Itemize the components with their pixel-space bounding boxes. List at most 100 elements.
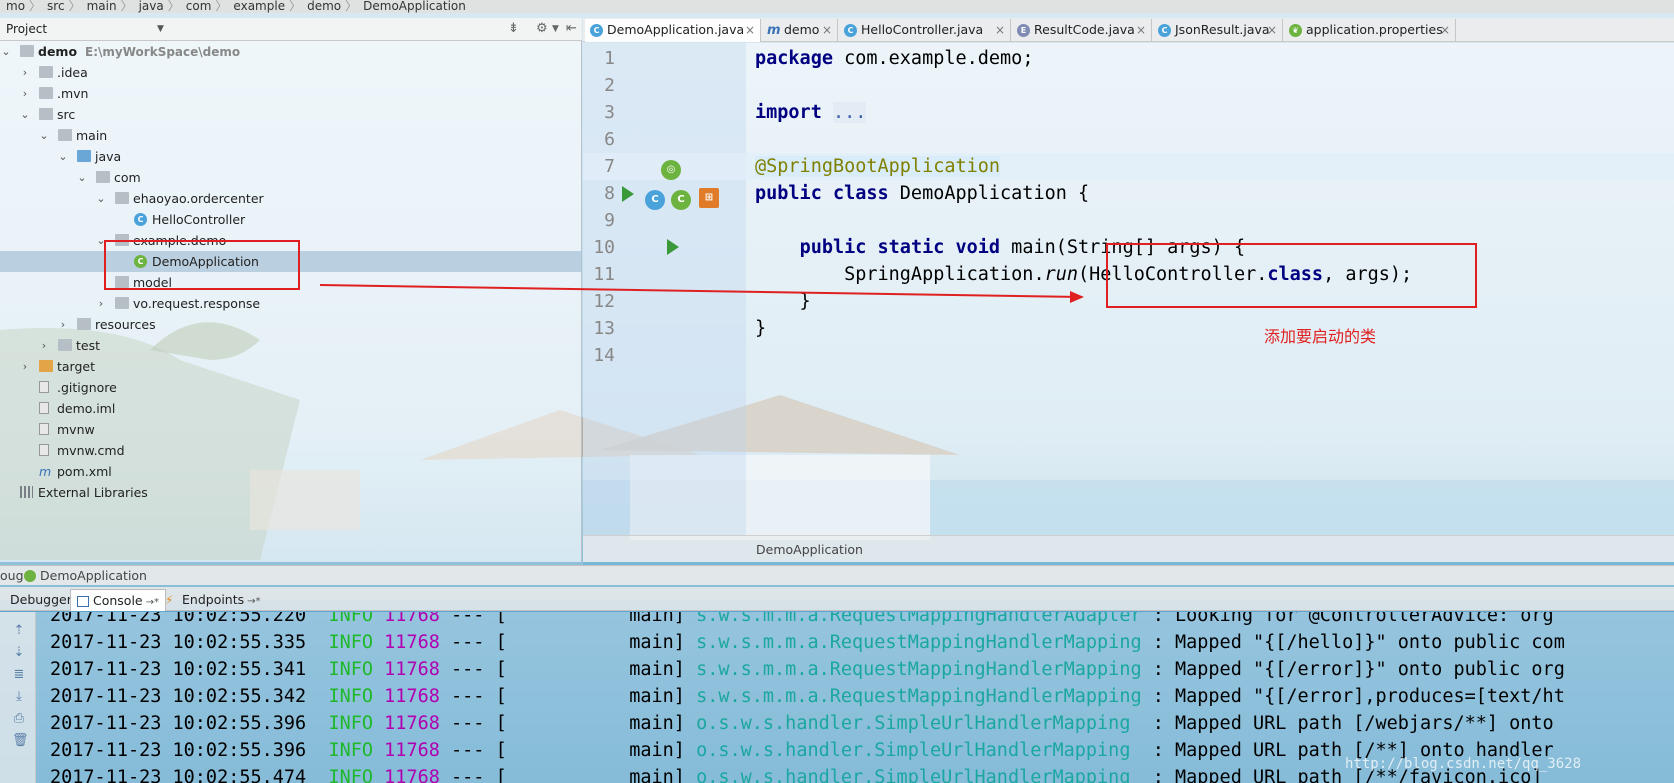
line-number[interactable]: 2 [583,72,615,99]
line-number[interactable]: 10 [583,234,615,261]
pin-icon[interactable]: →* [146,597,159,608]
code-token: } [755,318,767,339]
breadcrumb-item[interactable]: src [41,0,69,13]
down-arrow-icon[interactable]: ⇣ [12,646,26,660]
tree-item[interactable]: ⌄ ehaoyao.ordercenter [0,188,582,209]
tree-item[interactable]: mvnw.cmd [0,440,582,461]
tree-item[interactable]: ⌄ java [0,146,582,167]
log-thread: main] [629,632,685,653]
chevron-right-icon[interactable]: › [38,335,50,356]
chevron-right-icon[interactable]: › [57,314,69,335]
tree-item[interactable]: demo.iml [0,398,582,419]
collapse-all-icon[interactable]: ⇟ [508,18,519,40]
tree-item[interactable]: C HelloController [0,209,582,230]
line-number[interactable]: 14 [583,342,615,369]
run-main-icon[interactable] [667,239,679,255]
breadcrumb-item[interactable]: java [133,0,168,13]
tree-item[interactable]: m pom.xml [0,461,582,482]
tree-item[interactable]: › .idea [0,62,582,83]
editor-tab[interactable]: C JsonResult.java × [1153,19,1283,42]
chevron-right-icon[interactable]: › [19,62,31,83]
soft-wrap-icon[interactable]: ≣ [12,668,26,682]
chevron-right-icon[interactable]: › [19,356,31,377]
pin-icon[interactable]: →* [247,596,260,607]
chevron-down-icon[interactable]: ⌄ [19,104,31,125]
folded-imports[interactable]: ... [832,102,867,123]
line-number[interactable]: 9 [583,207,615,234]
code-text[interactable]: import ... [755,99,867,126]
code-text[interactable]: @SpringBootApplication [755,153,1001,180]
breadcrumb-item[interactable]: main [81,0,121,13]
breadcrumb-item[interactable]: demo [301,0,345,13]
scroll-to-end-icon[interactable]: ⤓ [12,690,26,704]
spring-config-icon[interactable]: C [671,190,691,210]
close-icon[interactable]: × [1267,19,1277,41]
tab-console[interactable]: Console →* [70,589,167,611]
tree-item[interactable]: ⌄ demo E:\myWorkSpace\demo [0,41,582,62]
breadcrumb-item[interactable]: example [227,0,289,13]
log-msg: : Mapped "{[/error],produces=[text/ht [1152,686,1565,707]
tab-endpoints[interactable]: ⚡ Endpoints →* [160,589,267,611]
tree-item[interactable]: ⌄ com [0,167,582,188]
breadcrumb-item[interactable]: mo [0,0,29,13]
code-text[interactable]: } [755,288,811,315]
chevron-down-icon[interactable]: ⌄ [76,167,88,188]
tree-item[interactable]: ⌄ main [0,125,582,146]
tree-item[interactable]: › vo.request.response [0,293,582,314]
line-number[interactable]: 7 [583,153,615,180]
line-number[interactable]: 3 [583,99,615,126]
tab-debugger[interactable]: Debugger [4,589,78,611]
line-number[interactable]: 6 [583,126,615,153]
close-icon[interactable]: × [1440,19,1450,41]
chevron-down-icon[interactable]: ▼ [157,18,164,40]
tree-item[interactable]: .gitignore [0,377,582,398]
tree-item[interactable]: External Libraries [0,482,582,503]
tree-item[interactable]: › .mvn [0,83,582,104]
tree-item[interactable]: mvnw [0,419,582,440]
print-icon[interactable]: ⎙ [12,712,26,726]
editor-tab[interactable]: m demo × [762,19,838,42]
debug-config-name[interactable]: DemoApplication [40,566,147,586]
code-text[interactable]: } [755,315,766,342]
line-number[interactable]: 11 [583,261,615,288]
code-text[interactable]: package com.example.demo; [755,45,1033,72]
hide-panel-icon[interactable]: ⇤ [566,18,577,40]
tree-item[interactable]: › target [0,356,582,377]
line-number[interactable]: 1 [583,45,615,72]
spring-bean-icon[interactable]: ◎ [661,160,681,180]
log-thread: main] [629,767,685,783]
editor-tab[interactable]: ❦ application.properties × [1284,19,1456,42]
run-class-icon[interactable] [622,186,634,202]
chevron-down-icon[interactable]: ⌄ [38,125,50,146]
code-text[interactable]: public class DemoApplication { [755,180,1089,207]
close-icon[interactable]: × [1136,19,1146,41]
close-icon[interactable]: × [995,19,1005,41]
spring-beans-graph-icon[interactable]: ⊞ [699,188,719,208]
close-icon[interactable]: × [822,19,832,41]
editor-tab[interactable]: C HelloController.java × [839,19,1011,42]
chevron-down-icon[interactable]: ⌄ [95,188,107,209]
chevron-right-icon[interactable]: › [95,293,107,314]
project-view-selector[interactable]: Project [6,18,47,40]
tree-item[interactable]: › resources [0,314,582,335]
chevron-down-icon[interactable]: ⌄ [0,41,12,62]
gear-icon[interactable]: ⚙ [536,18,548,40]
tree-item[interactable]: ⌄ src [0,104,582,125]
line-number[interactable]: 12 [583,288,615,315]
chevron-down-icon[interactable]: ▼ [552,18,559,40]
class-icon[interactable]: C [645,190,665,210]
chevron-down-icon[interactable]: ⌄ [57,146,69,167]
up-arrow-icon[interactable]: ⇡ [12,624,26,638]
log-thread: main] [629,740,685,761]
close-icon[interactable]: × [745,19,755,41]
tree-item[interactable]: › test [0,335,582,356]
line-number[interactable]: 13 [583,315,615,342]
breadcrumb-item[interactable]: com [180,0,216,13]
editor-tab[interactable]: E ResultCode.java × [1012,19,1152,42]
footer-class-name[interactable]: DemoApplication [756,536,863,563]
trash-icon[interactable]: 🗑 [12,734,29,748]
line-number[interactable]: 8 [583,180,615,207]
chevron-right-icon[interactable]: › [19,83,31,104]
editor-tab[interactable]: C DemoApplication.java × [585,19,761,42]
breadcrumb-item[interactable]: DemoApplication [357,0,470,13]
